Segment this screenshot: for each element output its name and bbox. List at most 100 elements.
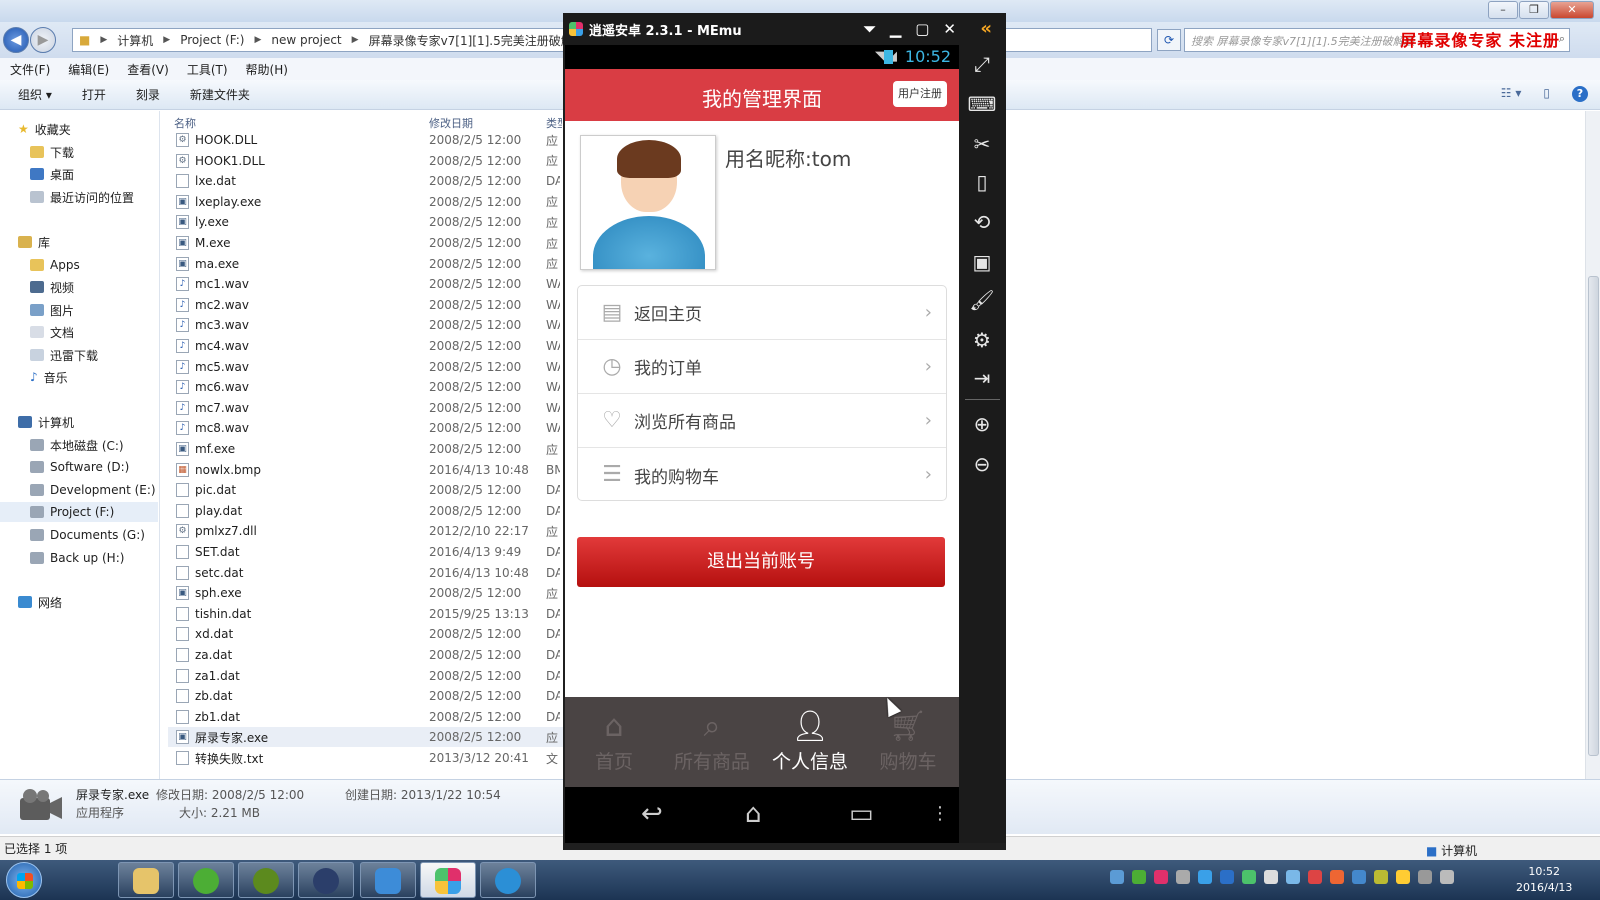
file-row[interactable]: zb.dat 2008/2/5 12:00 DA [168,686,588,706]
nav-drive-f[interactable]: Project (F:) [0,502,158,522]
maximize-button[interactable]: ❐ [1519,1,1549,19]
menu-help[interactable]: 帮助(H) [246,61,288,78]
volume-icon[interactable] [1440,870,1454,884]
settings-gear-icon[interactable]: ⚙ [967,325,997,355]
wifi-icon[interactable] [1132,870,1146,884]
nav-item-thunder[interactable]: 迅雷下载 [30,345,98,365]
close-button[interactable]: ✕ [1550,1,1594,19]
file-transfer-icon[interactable]: ⇥ [967,363,997,393]
recents-icon[interactable]: ▭ [849,799,874,829]
start-button[interactable] [6,862,42,898]
file-row[interactable]: ♪ mc7.wav 2008/2/5 12:00 WA [168,398,588,418]
file-row[interactable]: ⚙ pmlxz7.dll 2012/2/10 22:17 应 [168,521,588,541]
file-row[interactable]: xd.dat 2008/2/5 12:00 DA [168,624,588,644]
rotate-icon[interactable]: ⟲ [967,207,997,237]
file-row[interactable]: ▣ ly.exe 2008/2/5 12:00 应 [168,212,588,232]
preview-pane-icon[interactable]: ▯ [1543,86,1550,102]
keyboard-icon[interactable]: ⌨ [967,89,997,119]
close-icon[interactable]: ✕ [943,20,956,38]
nav-drive-h[interactable]: Back up (H:) [30,548,124,568]
file-row[interactable]: setc.dat 2016/4/13 10:48 DA [168,563,588,583]
file-row[interactable]: tishin.dat 2015/9/25 13:13 DA [168,604,588,624]
new-folder-button[interactable]: 新建文件夹 [190,86,250,103]
tab-all-products[interactable]: ⌕ 所有商品 [663,707,761,787]
tray-icon[interactable] [1154,870,1168,884]
file-row[interactable]: za.dat 2008/2/5 12:00 DA [168,645,588,665]
nav-computer[interactable]: 计算机 [18,412,74,432]
file-row[interactable]: zb1.dat 2008/2/5 12:00 DA [168,707,588,727]
file-row[interactable]: ♪ mc4.wav 2008/2/5 12:00 WA [168,336,588,356]
file-row[interactable]: ♪ mc6.wav 2008/2/5 12:00 WA [168,377,588,397]
menu-item-home[interactable]: ▤ 返回主页 › [578,286,946,340]
nav-item-pictures[interactable]: 图片 [30,300,74,320]
refresh-icon[interactable]: ⟳ [1157,29,1181,51]
file-row[interactable]: ♪ mc8.wav 2008/2/5 12:00 WA [168,418,588,438]
nav-item-music[interactable]: ♪ 音乐 [30,367,68,387]
nav-item-apps[interactable]: Apps [30,255,80,275]
tray-icon[interactable] [1176,870,1190,884]
breadcrumb-computer[interactable]: 计算机 [117,32,153,49]
tray-icon[interactable] [1374,870,1388,884]
clean-brush-icon[interactable]: 🖌︎ [967,285,997,315]
file-row[interactable]: ▣ M.exe 2008/2/5 12:00 应 [168,233,588,253]
home-button-icon[interactable]: ⌂ [745,799,762,829]
file-row[interactable]: ▣ mf.exe 2008/2/5 12:00 应 [168,439,588,459]
nav-drive-g[interactable]: Documents (G:) [30,525,145,545]
help-icon[interactable]: ? [1572,86,1588,102]
nav-favorites[interactable]: ★ 收藏夹 [18,119,71,139]
logout-button[interactable]: 退出当前账号 [577,537,945,587]
file-row[interactable]: ♪ mc2.wav 2008/2/5 12:00 WA [168,295,588,315]
menu-file[interactable]: 文件(F) [10,61,50,78]
menu-item-browse[interactable]: ♡ 浏览所有商品 › [578,394,946,448]
vertical-scrollbar[interactable] [1585,111,1600,779]
nav-item-downloads[interactable]: 下载 [30,142,74,162]
file-row[interactable]: ⚙ HOOK1.DLL 2008/2/5 12:00 应 [168,151,588,171]
taskbar-app-green[interactable] [178,862,234,898]
volume-down-icon[interactable]: ⊖ [967,449,997,479]
burn-button[interactable]: 刻录 [136,86,160,103]
taskbar-app-s[interactable] [298,862,354,898]
avatar[interactable] [580,135,716,270]
collapse-sidebar-icon[interactable]: « [980,18,992,39]
taskbar-memu[interactable] [420,862,476,898]
tray-icon[interactable] [1352,870,1366,884]
menu-dropdown-icon[interactable]: ⏷ [864,20,876,38]
tray-icon[interactable] [1286,870,1300,884]
apk-icon[interactable]: ▣ [967,247,997,277]
volume-up-icon[interactable]: ⊕ [967,409,997,439]
taskbar-app-braces[interactable] [238,862,294,898]
minimize-icon[interactable]: ▁ [890,20,902,38]
file-row[interactable]: 转换失败.txt 2013/3/12 20:41 文 [168,748,588,768]
nav-item-recent[interactable]: 最近访问的位置 [30,187,134,207]
nav-item-documents[interactable]: 文档 [30,322,74,342]
file-row[interactable]: ♪ mc5.wav 2008/2/5 12:00 WA [168,357,588,377]
fullscreen-icon[interactable]: ⤢ [967,49,997,79]
nav-drive-e[interactable]: Development (E:) [30,480,156,500]
signal-icon[interactable] [1418,870,1432,884]
taskbar-app-bolt[interactable] [360,862,416,898]
taskbar-media-player[interactable] [480,862,536,898]
forward-button[interactable]: ▶ [30,27,56,53]
menu-item-orders[interactable]: ◷ 我的订单 › [578,340,946,394]
menu-view[interactable]: 查看(V) [127,61,169,78]
nav-library[interactable]: 库 [18,232,50,252]
nav-drive-c[interactable]: 本地磁盘 (C:) [30,435,124,455]
file-row[interactable]: ▣ ma.exe 2008/2/5 12:00 应 [168,254,588,274]
file-row[interactable]: ▣ sph.exe 2008/2/5 12:00 应 [168,583,588,603]
register-button[interactable]: 用户注册 [893,81,947,107]
file-row[interactable]: play.dat 2008/2/5 12:00 DA [168,501,588,521]
tray-icon[interactable] [1264,870,1278,884]
file-row[interactable]: ♪ mc3.wav 2008/2/5 12:00 WA [168,315,588,335]
tray-icon[interactable] [1330,870,1344,884]
file-row[interactable]: pic.dat 2008/2/5 12:00 DA [168,480,588,500]
tray-icon[interactable] [1220,870,1234,884]
more-icon[interactable]: ⋮ [931,803,949,824]
open-button[interactable]: 打开 [82,86,106,103]
column-header-type[interactable]: 类型 [546,115,562,131]
menu-item-cart[interactable]: ☰ 我的购物车 › [578,448,946,502]
maximize-icon[interactable]: ▢ [915,20,929,38]
tray-icon[interactable] [1110,870,1124,884]
minimize-button[interactable]: – [1488,1,1518,19]
menu-edit[interactable]: 编辑(E) [68,61,109,78]
nav-drive-d[interactable]: Software (D:) [30,457,129,477]
